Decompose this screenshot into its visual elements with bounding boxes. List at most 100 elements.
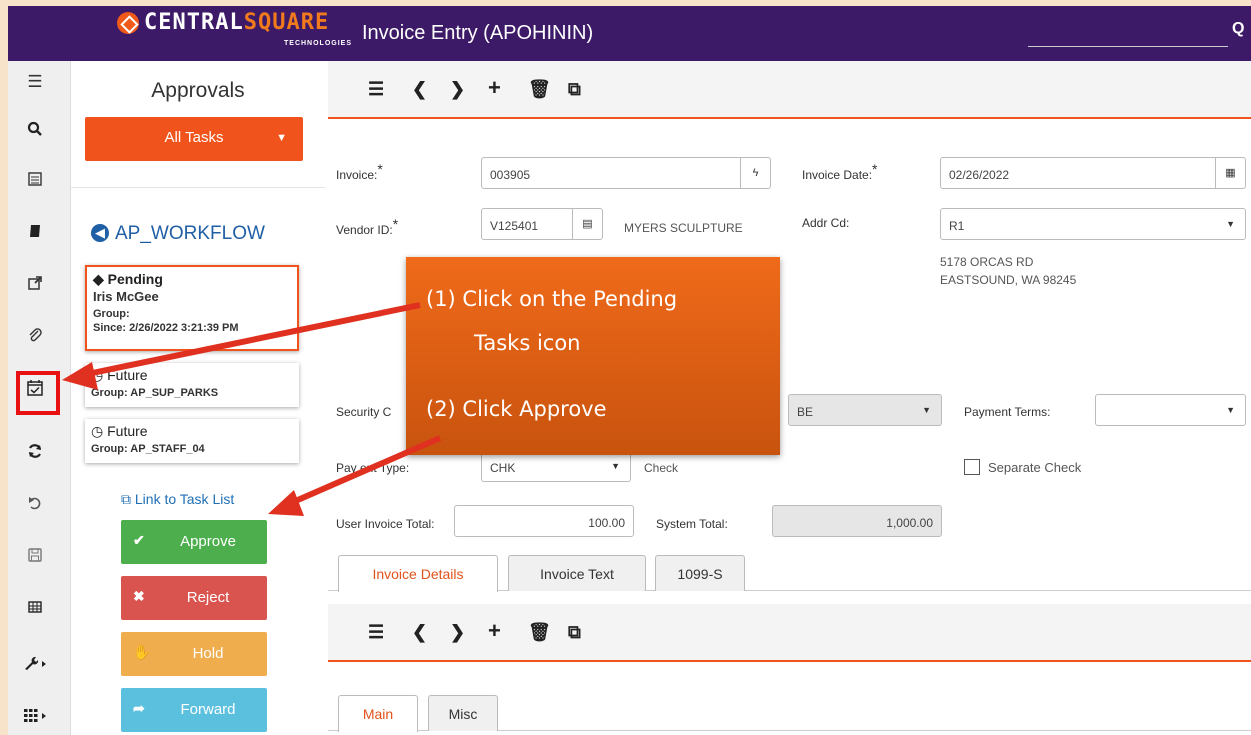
future-title: Future — [107, 367, 148, 383]
list-icon[interactable]: ☰ — [368, 622, 384, 643]
tab-misc[interactable]: Misc — [428, 695, 498, 731]
future-title: Future — [107, 423, 148, 439]
workflow-link[interactable]: ◀ AP_WORKFLOW — [91, 223, 265, 245]
separate-check-checkbox[interactable] — [964, 459, 980, 475]
reject-button[interactable]: ✖ Reject — [121, 576, 267, 620]
callout-step-1: (1) Click on the Pending — [426, 287, 678, 311]
callout-step-2: (2) Click Approve — [426, 397, 607, 421]
clock-icon: ◷ — [91, 367, 108, 383]
link-task-label: Link to Task List — [134, 491, 235, 507]
copy-icon[interactable]: ⧉ — [568, 79, 581, 100]
system-total-field: 1,000.00 — [772, 505, 942, 537]
payment-terms-select[interactable]: ▼ — [1095, 394, 1246, 426]
security-code-label: Security C — [336, 405, 392, 419]
caret-down-icon: ▼ — [276, 132, 287, 144]
divider — [71, 187, 325, 188]
workflow-label: AP_WORKFLOW — [115, 223, 265, 244]
invoice-date-field[interactable]: 02/26/2022 ▦ — [940, 157, 1246, 189]
brand-sub: TECHNOLOGIES — [284, 40, 353, 47]
page-title: Invoice Entry (APOHININ) — [362, 22, 594, 44]
copy-icon[interactable]: ⧉ — [568, 622, 581, 643]
lookup-icon[interactable]: ▤ — [572, 209, 602, 239]
list-icon[interactable]: ☰ — [368, 79, 384, 100]
calendar-icon[interactable]: ▦ — [1215, 158, 1245, 188]
save-icon[interactable] — [22, 545, 48, 571]
external-link-icon: ⧉ — [121, 491, 135, 507]
clock-icon: ◷ — [91, 423, 108, 439]
wrench-icon[interactable] — [22, 653, 48, 679]
lightning-icon[interactable]: ϟ — [740, 158, 770, 188]
all-tasks-dropdown[interactable]: All Tasks ▼ — [85, 117, 303, 161]
hold-label: Hold — [192, 645, 224, 662]
grid-icon[interactable] — [22, 705, 48, 731]
separate-check-label: Separate Check — [988, 460, 1082, 475]
brand-logo: CENTRALSQUARE — [144, 10, 329, 35]
invoice-field[interactable]: 003905 ϟ — [481, 157, 771, 189]
previous-icon[interactable]: ❮ — [412, 79, 427, 100]
pending-tasks-highlight-box — [16, 371, 60, 415]
pending-assignee: Iris McGee — [93, 289, 159, 304]
invoice-date-value: 02/26/2022 — [949, 168, 1010, 182]
next-icon[interactable]: ❯ — [450, 622, 465, 643]
detail-tabs: Main Misc — [328, 695, 1251, 732]
user-invoice-total-value: 100.00 — [588, 516, 625, 530]
add-icon[interactable]: + — [488, 618, 501, 644]
top-bar: CENTRALSQUARE TECHNOLOGIES Invoice Entry… — [8, 6, 1251, 61]
vendor-id-field[interactable]: V125401 ▤ — [481, 208, 603, 240]
hold-button[interactable]: ✋ Hold — [121, 632, 267, 676]
next-icon[interactable]: ❯ — [450, 79, 465, 100]
user-invoice-total-field[interactable]: 100.00 — [454, 505, 634, 537]
trash-icon[interactable]: 🗑 — [528, 79, 551, 100]
link-to-task-list[interactable]: ⧉ Link to Task List — [121, 491, 234, 508]
refresh-icon[interactable] — [22, 441, 48, 467]
forward-button[interactable]: ➦ Forward — [121, 688, 267, 732]
future-task-card[interactable]: ◷ Future Group: AP_SUP_PARKS — [85, 363, 299, 407]
tab-invoice-details[interactable]: Invoice Details — [338, 555, 498, 592]
address-line-2: EASTSOUND, WA 98245 — [940, 273, 1077, 287]
icon-rail: ☰ — [8, 61, 71, 735]
callout-step-1-cont: Tasks icon — [474, 331, 581, 355]
search-icon[interactable]: Q — [1232, 20, 1244, 38]
caret-down-icon: ▼ — [611, 461, 620, 471]
future-group: Group: AP_SUP_PARKS — [91, 387, 219, 399]
addr-cd-label: Addr Cd: — [802, 216, 850, 230]
previous-icon[interactable]: ❮ — [412, 622, 427, 643]
payment-terms-label: Payment Terms: — [964, 405, 1051, 419]
tab-1099-s[interactable]: 1099-S — [655, 555, 745, 591]
trash-icon[interactable]: 🗑 — [528, 622, 551, 643]
invoice-value: 003905 — [490, 168, 531, 182]
invoice-label: Invoice:* — [336, 161, 383, 182]
approve-label: Approve — [180, 533, 236, 550]
system-total-label: System Total: — [656, 517, 728, 531]
book-icon[interactable] — [22, 221, 48, 247]
external-link-icon[interactable] — [22, 273, 48, 299]
pending-task-card[interactable]: ◆ Pending Iris McGee Group: Since: 2/26/… — [85, 265, 299, 351]
add-icon[interactable]: + — [488, 75, 501, 101]
vendor-id-label: Vendor ID:* — [336, 216, 399, 237]
calendar-icon[interactable] — [22, 169, 48, 195]
caret-down-icon: ▼ — [1226, 219, 1235, 229]
security-code-select[interactable]: BE ▼ — [788, 394, 942, 426]
detail-toolbar: ☰ ❮ ❯ + 🗑 ⧉ — [328, 604, 1251, 662]
tab-main[interactable]: Main — [338, 695, 418, 732]
address-line-1: 5178 ORCAS RD — [940, 255, 1034, 269]
table-icon[interactable] — [22, 597, 48, 623]
caret-down-icon: ▼ — [922, 405, 931, 415]
tab-invoice-text[interactable]: Invoice Text — [508, 555, 646, 591]
addr-cd-select[interactable]: R1 ▼ — [940, 208, 1246, 240]
approvals-panel: Approvals All Tasks ▼ ◀ AP_WORKFLOW ◆ Pen… — [71, 61, 325, 735]
approve-button[interactable]: ✔ Approve — [121, 520, 267, 564]
brand-accent: SQUARE — [243, 10, 330, 35]
menu-icon[interactable]: ☰ — [22, 69, 48, 95]
global-search-input[interactable] — [1028, 46, 1228, 47]
invoice-date-label: Invoice Date:* — [802, 161, 878, 182]
undo-icon[interactable] — [22, 493, 48, 519]
system-total-value: 1,000.00 — [886, 516, 933, 530]
future-task-card[interactable]: ◷ Future Group: AP_STAFF_04 — [85, 419, 299, 463]
approvals-title: Approvals — [151, 79, 245, 102]
pending-since: Since: 2/26/2022 3:21:39 PM — [93, 322, 239, 334]
search-icon[interactable] — [22, 119, 48, 145]
payment-type-label: Pay ent Type: — [336, 461, 410, 475]
paperclip-icon[interactable] — [22, 325, 48, 351]
reject-label: Reject — [186, 589, 230, 606]
